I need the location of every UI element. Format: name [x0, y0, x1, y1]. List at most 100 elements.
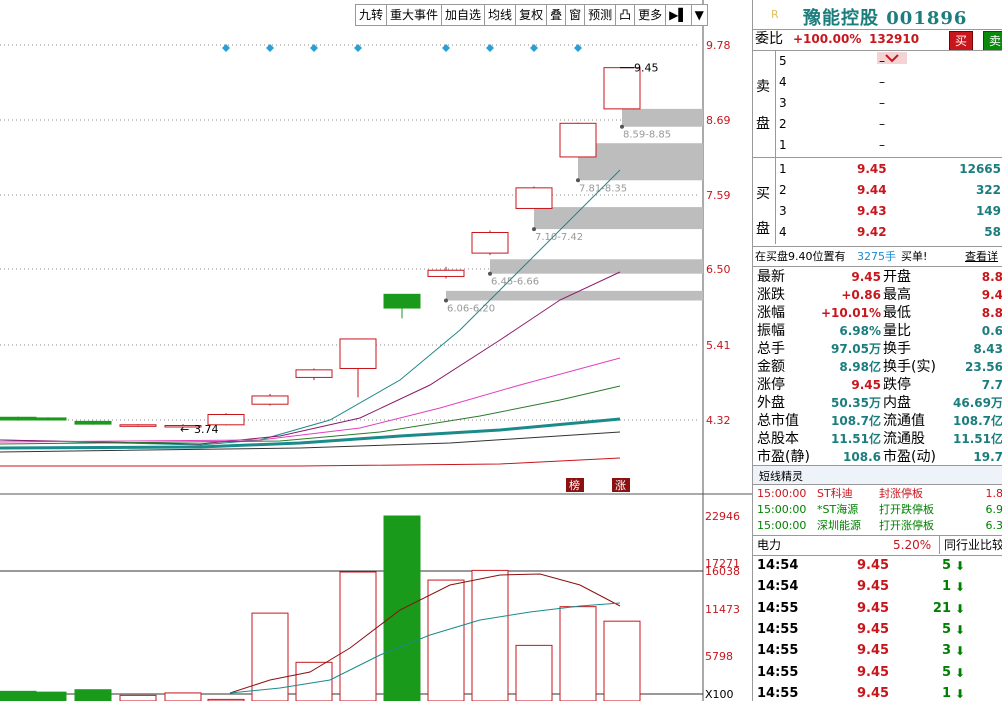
volume-bar[interactable] [604, 621, 640, 701]
volume-bar[interactable] [120, 695, 156, 701]
volume-bar[interactable] [165, 693, 201, 701]
industry-compare-button[interactable]: 同行业比较 [939, 536, 1002, 554]
gap-label: 8.59-8.85 [623, 130, 671, 141]
volume-bar[interactable] [428, 580, 464, 701]
quote-label: 涨跌 [757, 286, 785, 304]
volume-bar[interactable] [340, 572, 376, 701]
short-line-stock: 深圳能源 [817, 518, 861, 534]
volume-axis-label: 16038 [705, 565, 740, 578]
buy-level-price: 9.44 [857, 181, 887, 199]
candle-body[interactable] [516, 188, 552, 209]
quote-value2: 8.8 [982, 304, 1002, 322]
candle-body[interactable] [75, 421, 111, 424]
quote-row: 总股本11.51亿流通股11.51亿 [753, 430, 1002, 448]
notice-detail-link[interactable]: 查看详 [965, 248, 998, 266]
sell-level-row[interactable]: 2– [753, 115, 1002, 133]
candle-body[interactable] [384, 294, 420, 308]
volume-bar[interactable] [516, 645, 552, 701]
sell-level-row[interactable]: 4– [753, 73, 1002, 91]
short-line-item[interactable]: 15:00:00*ST海源打开跌停板6.9 [753, 502, 1002, 518]
candle-body[interactable] [560, 123, 596, 157]
volume-bar[interactable] [75, 690, 111, 701]
quote-value2: 9.4 [982, 286, 1002, 304]
chart-toolbar: 九转 重大事件 加自选 均线 复权 叠 窗 预测 凸 更多 ▶▌ ▼ [355, 4, 708, 26]
tb-dropdown-icon[interactable]: ▼ [692, 5, 707, 25]
gap-zone [446, 291, 703, 301]
quote-value: 50.35万 [831, 394, 881, 412]
tb-window-button[interactable]: 窗 [566, 5, 585, 25]
tb-play-icon[interactable]: ▶▌ [666, 5, 691, 25]
tb-major-events-button[interactable]: 重大事件 [387, 5, 442, 25]
candle-body[interactable] [428, 270, 464, 276]
tb-convex-button[interactable]: 凸 [616, 5, 635, 25]
buy-button[interactable]: 买 [949, 31, 973, 51]
down-arrow-icon: ⬇ [955, 578, 965, 596]
kline-svg[interactable]: 9.788.697.596.505.414.328.59-8.857.81-8.… [0, 0, 752, 701]
buy-level-row[interactable]: 19.4512665 [753, 160, 1002, 178]
short-line-header[interactable]: 短线精灵 [753, 466, 1002, 484]
short-line-event: 打开跌停板 [879, 502, 934, 518]
buy-level-row[interactable]: 49.4258 [753, 223, 1002, 241]
quote-value2: 0.6 [982, 322, 1002, 340]
volume-bar[interactable] [560, 607, 596, 701]
volume-bar[interactable] [296, 662, 332, 701]
sell-level-row[interactable]: 5– [753, 52, 1002, 70]
low-label: 3.74 [194, 423, 219, 436]
candle-body[interactable] [252, 396, 288, 404]
short-line-stock: *ST海源 [817, 502, 858, 518]
volume-bar[interactable] [30, 692, 66, 701]
candle-body[interactable] [120, 425, 156, 427]
quote-label: 市盈(静) [757, 448, 810, 466]
buy-level-row[interactable]: 29.44322 [753, 181, 1002, 199]
quote-row: 涨幅+10.01%最低8.8 [753, 304, 1002, 322]
ma-line [0, 170, 620, 445]
event-marker-text: 榜 [569, 478, 580, 492]
buy-level-price: 9.43 [857, 202, 887, 220]
gap-zone [578, 143, 703, 180]
candle-body[interactable] [472, 233, 508, 254]
kline-chart-area[interactable]: 9.788.697.596.505.414.328.59-8.857.81-8.… [0, 0, 752, 701]
tb-overlay-button[interactable]: 叠 [547, 5, 566, 25]
tick-price: 9.45 [857, 578, 889, 596]
short-line-time: 15:00:00 [757, 486, 806, 502]
sell-level-row[interactable]: 3– [753, 94, 1002, 112]
quote-label2: 量比 [883, 322, 911, 340]
tick-time: 14:55 [757, 621, 798, 639]
candle-body[interactable] [296, 370, 332, 378]
gap-dot [620, 125, 624, 129]
short-line-time: 15:00:00 [757, 502, 806, 518]
short-line-item[interactable]: 15:00:00ST科迪封涨停板1.8 [753, 486, 1002, 502]
candle-body[interactable] [30, 418, 66, 420]
short-line-val: 1.8 [986, 486, 1002, 502]
quote-value: 11.51亿 [831, 430, 881, 448]
tb-adjust-button[interactable]: 复权 [516, 5, 547, 25]
event-marker-text: 涨 [615, 479, 626, 492]
industry-row: 电力 5.20% 同行业比较 [753, 536, 1002, 554]
quote-value2: 8.8 [982, 268, 1002, 286]
candle-body[interactable] [340, 339, 376, 369]
tb-forecast-button[interactable]: 预测 [585, 5, 616, 25]
quote-value2: 23.56 [965, 358, 1002, 376]
buy-level-row[interactable]: 39.43149 [753, 202, 1002, 220]
tb-more-button[interactable]: 更多 [635, 5, 666, 25]
sell-level-vol: – [879, 94, 885, 112]
weibi-label: 委比 [755, 30, 783, 48]
quote-label: 涨停 [757, 376, 785, 394]
sell-level-row[interactable]: 1– [753, 136, 1002, 154]
gap-dot [576, 178, 580, 182]
sell-level-vol: – [879, 52, 885, 70]
sell-button[interactable]: 卖 [983, 31, 1002, 51]
tick-time: 14:55 [757, 685, 798, 703]
short-line-item[interactable]: 15:00:00深圳能源打开涨停板6.3 [753, 518, 1002, 534]
volume-axis-label: 5798 [705, 650, 733, 663]
volume-bar[interactable] [472, 570, 508, 701]
gap-zone [490, 259, 703, 273]
tb-jiuzhuan-button[interactable]: 九转 [356, 5, 387, 25]
down-arrow-icon: ⬇ [955, 557, 965, 575]
quote-panel: R 豫能控股 001896 委比 +100.00% 132910 买 卖 卖 盘… [752, 0, 1002, 701]
short-line-title: 短线精灵 [759, 468, 803, 484]
tb-add-watchlist-button[interactable]: 加自选 [442, 5, 485, 25]
tb-ma-button[interactable]: 均线 [485, 5, 516, 25]
short-line-val: 6.3 [986, 518, 1002, 534]
tick-time: 14:55 [757, 664, 798, 682]
